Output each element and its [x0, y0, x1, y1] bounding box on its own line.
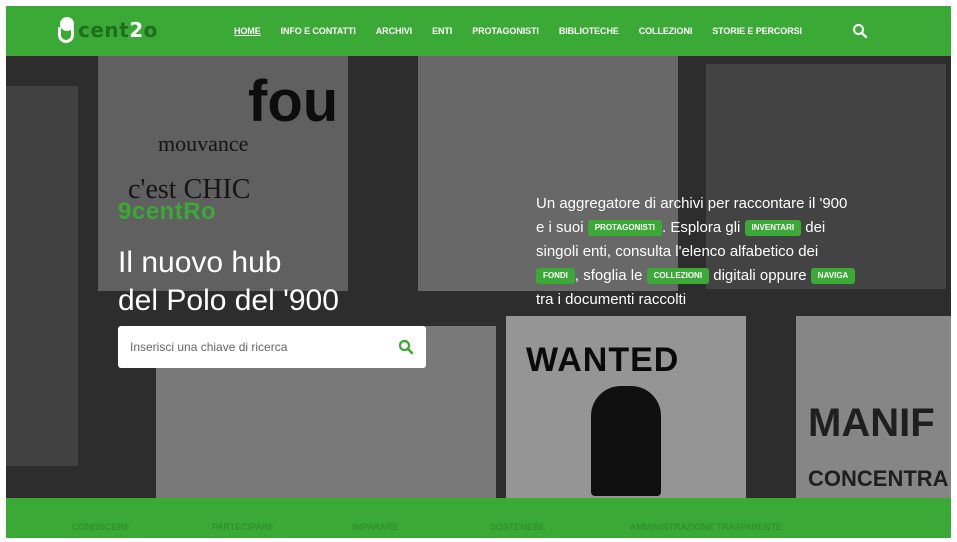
- search-icon[interactable]: [852, 23, 868, 39]
- tag-protagonisti[interactable]: PROTAGONISTI: [587, 220, 662, 236]
- tag-inventari[interactable]: INVENTARI: [744, 220, 802, 236]
- nav-item-biblioteche[interactable]: BIBLIOTECHE: [559, 26, 619, 36]
- footer-item-amministrazione-trasparente[interactable]: AMMINISTRAZIONE TRASPARENTE: [630, 522, 782, 532]
- top-navbar: cent2o HOME INFO E CONTATTI ARCHIVI ENTI…: [6, 6, 951, 56]
- hero-search-box: [118, 326, 426, 368]
- nav-item-storie-percorsi[interactable]: STORIE E PERCORSI: [712, 26, 802, 36]
- main-nav: HOME INFO E CONTATTI ARCHIVI ENTI PROTAG…: [234, 6, 822, 56]
- page-frame: cent2o HOME INFO E CONTATTI ARCHIVI ENTI…: [6, 6, 951, 538]
- nav-item-enti[interactable]: ENTI: [432, 26, 452, 36]
- site-logo[interactable]: cent2o: [58, 14, 158, 46]
- nav-item-info-contatti[interactable]: INFO E CONTATTI: [281, 26, 356, 36]
- search-input[interactable]: [130, 326, 390, 368]
- hero-section: fou mouvance c'est CHIC WANTED MANIF CON…: [6, 56, 951, 498]
- search-icon[interactable]: [398, 339, 414, 355]
- hero-title: Il nuovo hub del Polo del '900: [118, 246, 339, 317]
- tag-collezioni[interactable]: COLLEZIONI: [646, 268, 710, 284]
- nav-item-protagonisti[interactable]: PROTAGONISTI: [472, 26, 539, 36]
- footer-item-partecipare[interactable]: PARTECIPARE: [212, 522, 274, 532]
- footer-item-conoscere[interactable]: CONOSCERE: [72, 522, 130, 532]
- footer-nav: CONOSCERE PARTECIPARE IMPARARE SOSTENERE…: [6, 498, 951, 538]
- footer-item-sostenere[interactable]: SOSTENERE: [490, 522, 546, 532]
- footer-item-imparare[interactable]: IMPARARE: [352, 522, 398, 532]
- nav-item-archivi[interactable]: ARCHIVI: [376, 26, 412, 36]
- nav-item-home[interactable]: HOME: [234, 26, 261, 36]
- hero-brand-title: 9centRo: [118, 198, 217, 225]
- tag-naviga[interactable]: NAVIGA: [810, 268, 856, 284]
- tag-fondi[interactable]: FONDI: [536, 268, 575, 284]
- nav-item-collezioni[interactable]: COLLEZIONI: [639, 26, 693, 36]
- logo-mark-icon: [58, 17, 76, 43]
- logo-text: cent2o: [78, 18, 158, 42]
- hero-description: Un aggregatore di archivi per raccontare…: [536, 192, 856, 312]
